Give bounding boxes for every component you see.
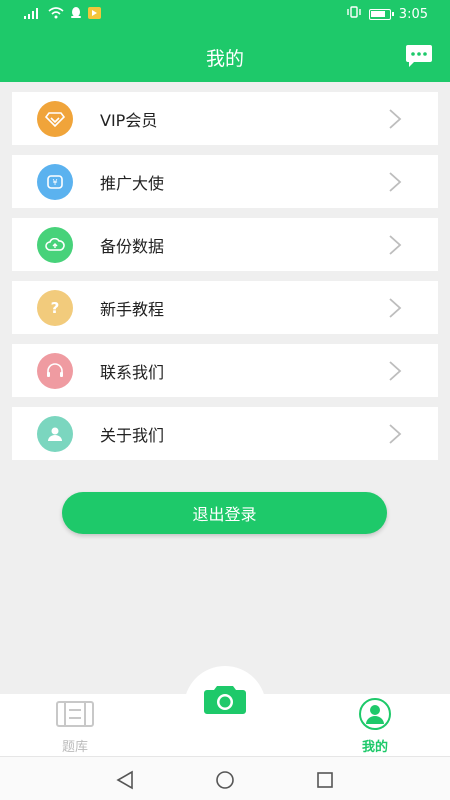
chevron-right-icon bbox=[389, 298, 402, 318]
menu-list: VIP会员 ¥ 推广大使 备份数据 ? 新手教程 联系我们 关于我们 bbox=[12, 92, 438, 470]
menu-item-label: VIP会员 bbox=[100, 110, 158, 130]
status-time: 3:05 bbox=[398, 6, 428, 22]
chevron-right-icon bbox=[389, 172, 402, 192]
menu-item-label: 备份数据 bbox=[100, 236, 165, 256]
page-title: 我的 bbox=[205, 48, 244, 70]
logout-button[interactable]: 退出登录 bbox=[62, 492, 387, 534]
wifi-icon bbox=[48, 6, 64, 23]
menu-item-ambassador[interactable]: ¥ 推广大使 bbox=[12, 155, 438, 208]
chevron-right-icon bbox=[389, 361, 402, 381]
menu-item-label: 关于我们 bbox=[100, 425, 165, 445]
chevron-right-icon bbox=[389, 424, 402, 444]
chevron-right-icon bbox=[389, 235, 402, 255]
vibrate-icon bbox=[347, 6, 361, 22]
status-bar: 3:05 bbox=[0, 0, 450, 28]
recents-icon[interactable] bbox=[314, 769, 336, 791]
camera-icon[interactable] bbox=[203, 683, 247, 715]
svg-text:?: ? bbox=[51, 299, 60, 317]
battery-icon bbox=[368, 8, 394, 20]
headset-icon bbox=[37, 353, 73, 389]
app-notification-icon bbox=[88, 6, 101, 23]
share-icon: ¥ bbox=[37, 164, 73, 200]
qq-icon bbox=[70, 6, 82, 23]
menu-item-label: 联系我们 bbox=[100, 362, 165, 382]
menu-item-about[interactable]: 关于我们 bbox=[12, 407, 438, 460]
question-bank-icon bbox=[56, 701, 94, 727]
tab-questions[interactable]: 题库 bbox=[35, 698, 115, 755]
menu-item-tutorial[interactable]: ? 新手教程 bbox=[12, 281, 438, 334]
user-avatar-icon bbox=[359, 698, 391, 730]
tab-mine-label: 我的 bbox=[361, 740, 388, 755]
menu-item-contact[interactable]: 联系我们 bbox=[12, 344, 438, 397]
home-icon[interactable] bbox=[214, 769, 236, 791]
back-icon[interactable] bbox=[114, 769, 136, 791]
menu-item-backup[interactable]: 备份数据 bbox=[12, 218, 438, 271]
tab-questions-label: 题库 bbox=[61, 740, 88, 755]
menu-item-vip[interactable]: VIP会员 bbox=[12, 92, 438, 145]
menu-item-label: 推广大使 bbox=[100, 173, 165, 193]
cloud-backup-icon bbox=[37, 227, 73, 263]
chevron-right-icon bbox=[389, 109, 402, 129]
vip-diamond-icon bbox=[37, 101, 73, 137]
person-icon bbox=[37, 416, 73, 452]
question-icon: ? bbox=[37, 290, 73, 326]
header-bar: 3:05 我的 bbox=[0, 0, 450, 82]
signal-icon bbox=[24, 7, 42, 23]
svg-text:¥: ¥ bbox=[52, 178, 57, 187]
tab-mine[interactable]: 我的 bbox=[335, 698, 415, 755]
message-icon[interactable] bbox=[405, 44, 433, 67]
system-nav-bar bbox=[0, 756, 450, 800]
menu-item-label: 新手教程 bbox=[100, 299, 165, 319]
